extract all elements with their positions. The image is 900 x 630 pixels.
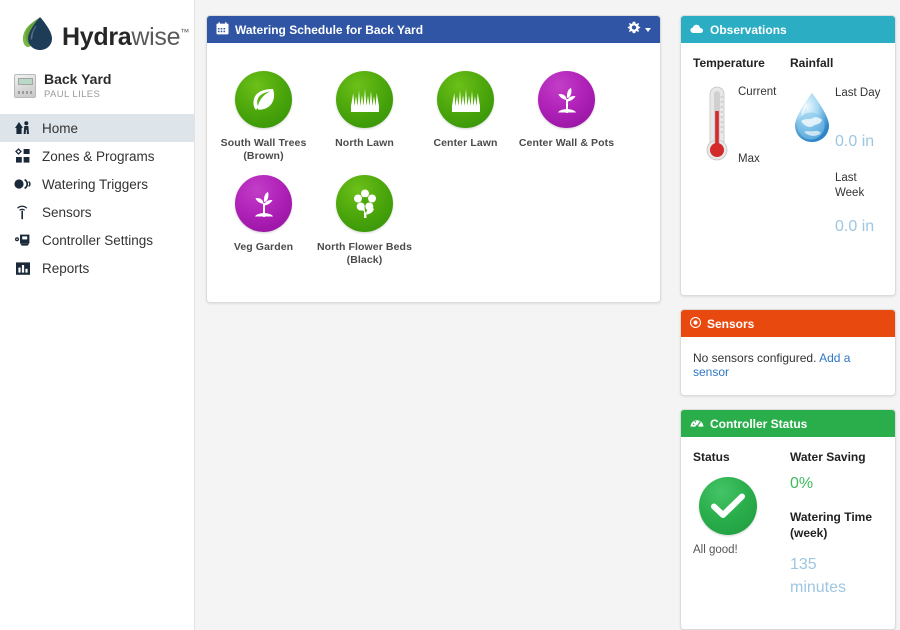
gear-icon <box>627 21 641 38</box>
water-drop-leaf-logo-icon <box>18 14 60 56</box>
sensor-target-icon <box>689 316 702 331</box>
sidebar-nav: Home Zones & Programs Watering Triggers … <box>0 114 194 282</box>
watering-schedule-panel: Watering Schedule for Back Yard South Wa… <box>206 15 661 303</box>
zone-label: Center Wall & Pots <box>518 137 615 149</box>
seedling-icon <box>538 71 595 128</box>
rainfall-last-day-label: Last Day <box>835 87 881 99</box>
controller-name: Back Yard <box>44 71 112 87</box>
zone-label: North Flower Beds (Black) <box>316 241 413 266</box>
water-drop-globe-icon <box>791 91 833 150</box>
controller-user: PAUL LILES <box>44 89 101 100</box>
zone-item[interactable]: Veg Garden <box>213 163 314 267</box>
trademark-symbol: ™ <box>180 27 190 37</box>
sidebar-item-sensors[interactable]: Sensors <box>0 198 194 226</box>
hydrawise-dashboard: Hydra wise ™ Back Yard PAUL LILES Home Z… <box>0 0 900 630</box>
controller-status-panel: Controller Status Status Water Saving Al… <box>680 409 896 630</box>
reports-bar-chart-icon <box>14 260 31 277</box>
sensors-empty-text: No sensors configured. <box>693 351 817 365</box>
zone-label: Center Lawn <box>433 137 498 149</box>
temperature-current-label: Current <box>738 86 777 98</box>
observations-body: Temperature Rainfall Current Max Last Da… <box>681 43 895 295</box>
controller-status-panel-title: Controller Status <box>710 416 808 431</box>
calendar-icon <box>216 21 229 38</box>
brand-name-light: wise <box>131 23 181 51</box>
sensors-panel-title: Sensors <box>707 316 755 331</box>
active-controller[interactable]: Back Yard PAUL LILES <box>0 66 194 110</box>
sidebar-item-label: Controller Settings <box>42 232 154 248</box>
flower-icon <box>336 175 393 232</box>
thermometer-icon <box>702 85 732 168</box>
watering-time-value: 135 minutes <box>790 556 847 596</box>
main-content: Watering Schedule for Back Yard South Wa… <box>195 0 900 630</box>
rainfall-heading: Rainfall <box>790 56 834 70</box>
sidebar-item-zones-programs[interactable]: Zones & Programs <box>0 142 194 170</box>
zones-grid-icon <box>14 148 31 165</box>
zone-label: South Wall Trees (Brown) <box>220 137 307 162</box>
controller-status-panel-header: Controller Status <box>681 410 895 437</box>
rainfall-last-week-label: Last Week <box>835 172 865 199</box>
sidebar-item-reports[interactable]: Reports <box>0 254 194 282</box>
sidebar-item-home[interactable]: Home <box>0 114 194 142</box>
schedule-panel-title: Watering Schedule for Back Yard <box>235 22 424 37</box>
zone-item[interactable]: North Flower Beds (Black) <box>314 163 415 267</box>
sidebar-item-watering-triggers[interactable]: Watering Triggers <box>0 170 194 198</box>
zone-item[interactable]: Center Lawn <box>415 59 516 163</box>
dashboard-gauge-icon <box>690 417 704 431</box>
observations-panel-title: Observations <box>710 22 787 37</box>
sensor-antenna-icon <box>14 204 31 221</box>
sidebar-item-label: Home <box>42 120 79 136</box>
water-saving-value: 0% <box>790 475 814 492</box>
status-heading: Status <box>693 450 730 464</box>
status-text: All good! <box>693 544 738 556</box>
sidebar-item-label: Watering Triggers <box>42 176 149 192</box>
schedule-panel-header: Watering Schedule for Back Yard <box>207 16 660 43</box>
sidebar: Hydra wise ™ Back Yard PAUL LILES Home Z… <box>0 0 195 630</box>
rainfall-last-day-value: 0.0 in <box>835 133 875 150</box>
sensors-panel: Sensors No sensors configured. Add a sen… <box>680 309 896 396</box>
water-saving-heading: Water Saving <box>790 450 866 464</box>
right-column: Observations Temperature Rainfall Curren… <box>680 15 896 630</box>
sidebar-item-label: Reports <box>42 260 90 276</box>
home-icon <box>14 120 31 137</box>
sensors-body: No sensors configured. Add a sensor <box>681 337 895 395</box>
sensors-panel-header: Sensors <box>681 310 895 337</box>
sidebar-item-label: Zones & Programs <box>42 148 155 164</box>
temperature-max-label: Max <box>738 153 760 165</box>
watering-time-heading: Watering Time (week) <box>790 510 873 540</box>
controller-settings-icon <box>14 232 31 249</box>
zone-label: Veg Garden <box>233 241 294 253</box>
zone-grid: South Wall Trees (Brown) North Lawn Cent… <box>207 43 660 267</box>
chevron-down-icon <box>645 27 651 32</box>
leaf-icon <box>235 71 292 128</box>
brand-logo[interactable]: Hydra wise ™ <box>0 0 194 66</box>
temperature-heading: Temperature <box>693 56 765 70</box>
observations-panel-header: Observations <box>681 16 895 43</box>
observations-panel: Observations Temperature Rainfall Curren… <box>680 15 896 296</box>
zone-item[interactable]: South Wall Trees (Brown) <box>213 59 314 163</box>
controller-device-thumbnail-icon <box>14 74 36 98</box>
schedule-settings-menu[interactable] <box>627 21 651 38</box>
watering-triggers-icon <box>14 176 31 193</box>
zone-item[interactable]: North Lawn <box>314 59 415 163</box>
sidebar-item-label: Sensors <box>42 204 92 220</box>
zone-label: North Lawn <box>335 137 394 149</box>
zone-item[interactable]: Center Wall & Pots <box>516 59 617 163</box>
check-circle-icon <box>699 477 757 535</box>
grass-icon <box>336 71 393 128</box>
brand-name-bold: Hydra <box>62 23 132 51</box>
seedling-icon <box>235 175 292 232</box>
cloud-icon <box>690 23 704 37</box>
controller-status-body: Status Water Saving All good! 0% Waterin… <box>681 437 895 629</box>
grass-icon <box>437 71 494 128</box>
rainfall-last-week-value: 0.0 in <box>835 218 875 235</box>
sidebar-item-controller-settings[interactable]: Controller Settings <box>0 226 194 254</box>
